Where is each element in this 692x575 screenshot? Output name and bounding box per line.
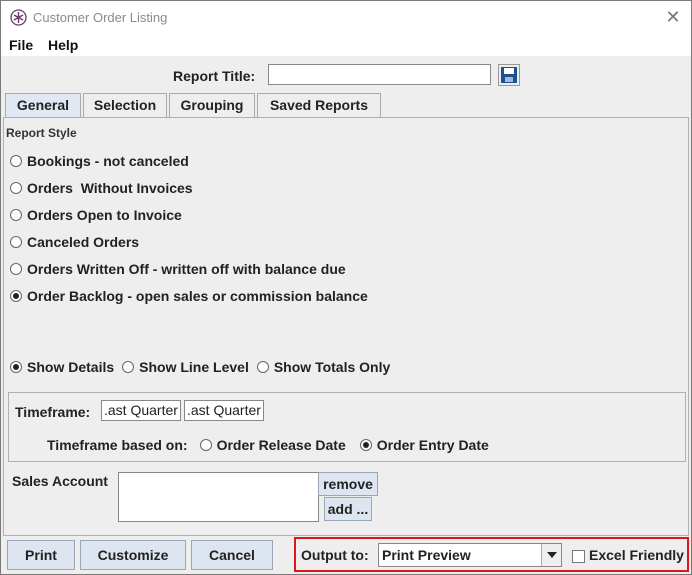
sales-account-label: Sales Account: [12, 473, 108, 489]
timeframe-to-field[interactable]: .ast Quarter: [184, 400, 264, 421]
radio-label: Order Entry Date: [376, 437, 489, 453]
radio-label: Order Backlog - open sales or commission…: [27, 288, 368, 304]
general-tab-panel: Report Style Bookings - not canceled Ord…: [3, 117, 689, 536]
timeframe-from-field[interactable]: .ast Quarter: [101, 400, 181, 421]
tab-grouping[interactable]: Grouping: [169, 93, 255, 117]
radio-canceled-orders[interactable]: Canceled Orders: [10, 233, 139, 251]
window-title: Customer Order Listing: [33, 10, 168, 25]
radio-order-backlog[interactable]: Order Backlog - open sales or commission…: [10, 287, 368, 305]
remove-button[interactable]: remove: [318, 472, 378, 496]
app-logo-icon: [10, 9, 27, 26]
report-style-label: Report Style: [6, 126, 77, 140]
radio-bookings[interactable]: Bookings - not canceled: [10, 152, 189, 170]
menu-help[interactable]: Help: [48, 37, 78, 53]
radio-button[interactable]: [10, 236, 22, 248]
radio-label: Canceled Orders: [27, 234, 140, 250]
report-title-label: Report Title:: [173, 68, 256, 84]
timeframe-group: Timeframe: .ast Quarter .ast Quarter Tim…: [8, 392, 686, 462]
report-title-input[interactable]: [268, 64, 491, 85]
save-icon: [501, 67, 517, 83]
timeframe-label: Timeframe:: [15, 404, 91, 420]
radio-button[interactable]: [10, 155, 22, 167]
tab-selection[interactable]: Selection: [83, 93, 167, 117]
radio-button[interactable]: [256, 361, 269, 373]
excel-friendly-checkbox[interactable]: [572, 550, 585, 563]
output-options-group: Output to: Print Preview Excel Friendly: [294, 537, 689, 572]
excel-friendly-label[interactable]: Excel Friendly: [589, 547, 684, 563]
radio-order-release-date[interactable]: Order Release Date: [199, 437, 346, 453]
tab-saved-reports[interactable]: Saved Reports: [257, 93, 381, 117]
radio-label: Orders Open to Invoice: [27, 207, 182, 223]
close-icon[interactable]: ✕: [663, 6, 683, 28]
radio-label: Orders Without Invoices: [27, 180, 193, 196]
add-button[interactable]: add ...: [324, 497, 372, 521]
radio-show-totals-only[interactable]: Show Totals Only: [256, 359, 391, 375]
save-button[interactable]: [498, 64, 520, 86]
print-button[interactable]: Print: [7, 540, 75, 570]
radio-label: Show Details: [27, 359, 115, 375]
timeframe-based-on-label: Timeframe based on:: [47, 437, 188, 453]
radio-show-details[interactable]: Show Details: [10, 359, 114, 375]
radio-button-selected[interactable]: [10, 290, 22, 302]
output-select[interactable]: Print Preview: [378, 543, 562, 567]
menu-bar: File Help: [1, 34, 691, 56]
window: Customer Order Listing ✕ File Help Repor…: [0, 0, 692, 575]
title-bar: Customer Order Listing ✕: [1, 1, 691, 34]
tab-general[interactable]: General: [5, 93, 81, 118]
radio-orders-open-to-invoice[interactable]: Orders Open to Invoice: [10, 206, 182, 224]
output-to-label: Output to:: [301, 547, 369, 563]
radio-label: Bookings - not canceled: [27, 153, 189, 169]
detail-level-group: Show Details Show Line Level Show Totals…: [10, 358, 398, 376]
radio-orders-without-invoices[interactable]: Orders Without Invoices: [10, 179, 193, 197]
main-content: Report Title: General Selection Grouping…: [1, 56, 691, 574]
output-selected-value: Print Preview: [382, 547, 471, 563]
radio-label: Orders Written Off - written off with ba…: [27, 261, 346, 277]
timeframe-based-on-row: Timeframe based on: Order Release Date O…: [47, 436, 497, 454]
radio-label: Order Release Date: [216, 437, 346, 453]
radio-order-entry-date[interactable]: Order Entry Date: [359, 437, 489, 453]
radio-button[interactable]: [199, 439, 212, 451]
radio-label: Show Totals Only: [273, 359, 391, 375]
radio-orders-written-off[interactable]: Orders Written Off - written off with ba…: [10, 260, 346, 278]
radio-show-line-level[interactable]: Show Line Level: [122, 359, 249, 375]
menu-file[interactable]: File: [9, 37, 33, 53]
radio-button[interactable]: [10, 263, 22, 275]
sales-account-list[interactable]: [118, 472, 319, 522]
radio-button-selected[interactable]: [10, 361, 22, 373]
chevron-down-icon[interactable]: [541, 544, 561, 566]
radio-button[interactable]: [10, 209, 22, 221]
radio-button[interactable]: [10, 182, 22, 194]
customize-button[interactable]: Customize: [80, 540, 186, 570]
radio-button-selected[interactable]: [359, 439, 372, 451]
radio-button[interactable]: [122, 361, 135, 373]
radio-label: Show Line Level: [139, 359, 249, 375]
cancel-button[interactable]: Cancel: [191, 540, 273, 570]
